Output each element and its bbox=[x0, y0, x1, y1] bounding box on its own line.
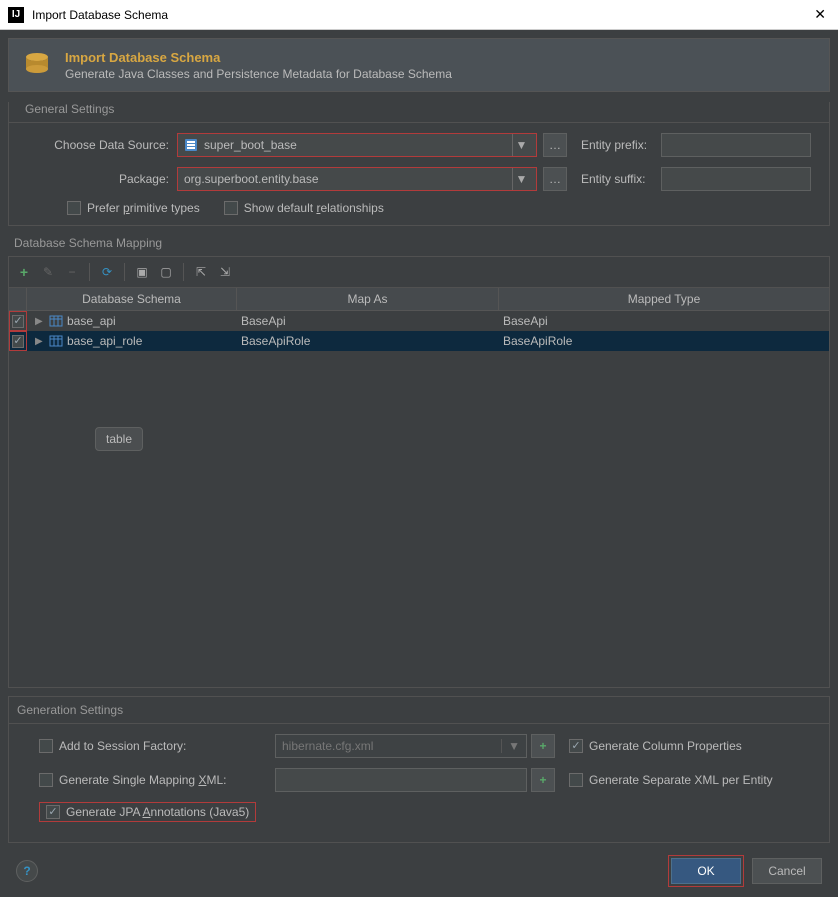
generate-jpa-annotations-label: Generate JPA Annotations (Java5) bbox=[66, 805, 249, 819]
generate-separate-xml-checkbox[interactable]: Generate Separate XML per Entity bbox=[569, 773, 773, 787]
generate-separate-xml-label: Generate Separate XML per Entity bbox=[589, 773, 773, 787]
show-default-relationships-label: Show default relationships bbox=[244, 201, 384, 215]
mapped-type: BaseApi bbox=[503, 314, 548, 328]
add-session-factory-button[interactable]: + bbox=[531, 734, 555, 758]
package-value: org.superboot.entity.base bbox=[184, 172, 512, 186]
datasource-icon bbox=[184, 138, 198, 152]
titlebar: IJ Import Database Schema ✕ bbox=[0, 0, 838, 30]
database-icon bbox=[21, 49, 53, 81]
generation-settings-label: Generation Settings bbox=[9, 697, 829, 724]
table-icon bbox=[49, 334, 63, 348]
banner-title: Import Database Schema bbox=[65, 50, 452, 65]
generate-jpa-annotations-wrapper: Generate JPA Annotations (Java5) bbox=[39, 802, 256, 822]
map-as: BaseApiRole bbox=[241, 334, 310, 348]
add-single-mapping-button[interactable]: + bbox=[531, 768, 555, 792]
schema-name: base_api bbox=[67, 314, 116, 328]
prefer-primitive-checkbox[interactable]: Prefer primitive types bbox=[67, 201, 200, 215]
mapping-section-label: Database Schema Mapping bbox=[8, 236, 830, 256]
checkbox-icon bbox=[224, 201, 238, 215]
data-source-value: super_boot_base bbox=[204, 138, 512, 152]
prefer-primitive-label: Prefer primitive types bbox=[87, 201, 200, 215]
deselect-all-button[interactable]: ▢ bbox=[155, 261, 177, 283]
close-icon[interactable]: ✕ bbox=[810, 6, 830, 23]
entity-suffix-label: Entity suffix: bbox=[581, 172, 661, 186]
table-icon bbox=[49, 314, 63, 328]
data-source-browse-button[interactable]: … bbox=[543, 133, 567, 157]
mapped-type: BaseApiRole bbox=[503, 334, 572, 348]
mapping-toolbar: + ✎ − ⟳ ▣ ▢ ⇱ ⇲ bbox=[8, 256, 830, 287]
refresh-button[interactable]: ⟳ bbox=[96, 261, 118, 283]
footer: ? OK Cancel bbox=[0, 843, 838, 897]
generate-column-properties-checkbox[interactable]: Generate Column Properties bbox=[569, 739, 742, 753]
package-combo[interactable]: org.superboot.entity.base ▼ bbox=[177, 167, 537, 191]
checkbox-icon bbox=[67, 201, 81, 215]
checkbox-icon bbox=[569, 773, 583, 787]
generate-column-properties-label: Generate Column Properties bbox=[589, 739, 742, 753]
schema-grid: Database Schema Map As Mapped Type ▶ base… bbox=[8, 287, 830, 688]
package-label: Package: bbox=[27, 172, 177, 186]
checkbox-icon bbox=[39, 739, 53, 753]
column-map-as[interactable]: Map As bbox=[237, 288, 499, 310]
package-browse-button[interactable]: … bbox=[543, 167, 567, 191]
app-icon: IJ bbox=[8, 7, 24, 23]
add-session-factory-checkbox[interactable]: Add to Session Factory: bbox=[39, 739, 186, 753]
column-database-schema[interactable]: Database Schema bbox=[27, 288, 237, 310]
row-checkbox[interactable] bbox=[12, 335, 23, 348]
remove-button[interactable]: − bbox=[61, 261, 83, 283]
ok-button-highlight: OK bbox=[668, 855, 744, 887]
window-title: Import Database Schema bbox=[32, 8, 810, 22]
expand-arrow-icon[interactable]: ▶ bbox=[35, 336, 45, 347]
schema-name: base_api_role bbox=[67, 334, 142, 348]
data-source-label: Choose Data Source: bbox=[27, 138, 177, 152]
help-button[interactable]: ? bbox=[16, 860, 38, 882]
ok-button[interactable]: OK bbox=[671, 858, 741, 884]
collapse-all-button[interactable]: ⇲ bbox=[214, 261, 236, 283]
expand-all-button[interactable]: ⇱ bbox=[190, 261, 212, 283]
select-all-button[interactable]: ▣ bbox=[131, 261, 153, 283]
cancel-button[interactable]: Cancel bbox=[752, 858, 822, 884]
entity-prefix-label: Entity prefix: bbox=[581, 138, 661, 152]
generate-jpa-annotations-checkbox[interactable]: Generate JPA Annotations (Java5) bbox=[46, 805, 249, 819]
chevron-down-icon[interactable]: ▼ bbox=[512, 134, 530, 156]
banner-subtitle: Generate Java Classes and Persistence Me… bbox=[65, 67, 452, 81]
table-row[interactable]: ▶ base_api_role BaseApiRole BaseApiRole bbox=[9, 331, 829, 351]
general-settings-label: General Settings bbox=[9, 102, 829, 123]
session-factory-combo[interactable]: hibernate.cfg.xml ▼ bbox=[275, 734, 527, 758]
checkbox-icon bbox=[569, 739, 583, 753]
generate-single-mapping-xml-checkbox[interactable]: Generate Single Mapping XML: bbox=[39, 773, 226, 787]
banner: Import Database Schema Generate Java Cla… bbox=[8, 38, 830, 92]
checkbox-icon bbox=[39, 773, 53, 787]
show-default-relationships-checkbox[interactable]: Show default relationships bbox=[224, 201, 384, 215]
add-button[interactable]: + bbox=[13, 261, 35, 283]
entity-prefix-input[interactable] bbox=[661, 133, 811, 157]
chevron-down-icon: ▼ bbox=[501, 739, 520, 753]
single-mapping-xml-input[interactable] bbox=[275, 768, 527, 792]
generate-single-mapping-xml-label: Generate Single Mapping XML: bbox=[59, 773, 226, 787]
grid-header: Database Schema Map As Mapped Type bbox=[9, 288, 829, 311]
data-source-combo[interactable]: super_boot_base ▼ bbox=[177, 133, 537, 157]
tooltip: table bbox=[95, 427, 143, 451]
entity-suffix-input[interactable] bbox=[661, 167, 811, 191]
edit-button[interactable]: ✎ bbox=[37, 261, 59, 283]
add-session-factory-label: Add to Session Factory: bbox=[59, 739, 186, 753]
row-checkbox[interactable] bbox=[12, 315, 23, 328]
table-row[interactable]: ▶ base_api BaseApi BaseApi bbox=[9, 311, 829, 331]
session-factory-placeholder: hibernate.cfg.xml bbox=[282, 739, 373, 753]
chevron-down-icon[interactable]: ▼ bbox=[512, 168, 530, 190]
expand-arrow-icon[interactable]: ▶ bbox=[35, 316, 45, 327]
column-mapped-type[interactable]: Mapped Type bbox=[499, 288, 829, 310]
map-as: BaseApi bbox=[241, 314, 286, 328]
checkbox-icon bbox=[46, 805, 60, 819]
